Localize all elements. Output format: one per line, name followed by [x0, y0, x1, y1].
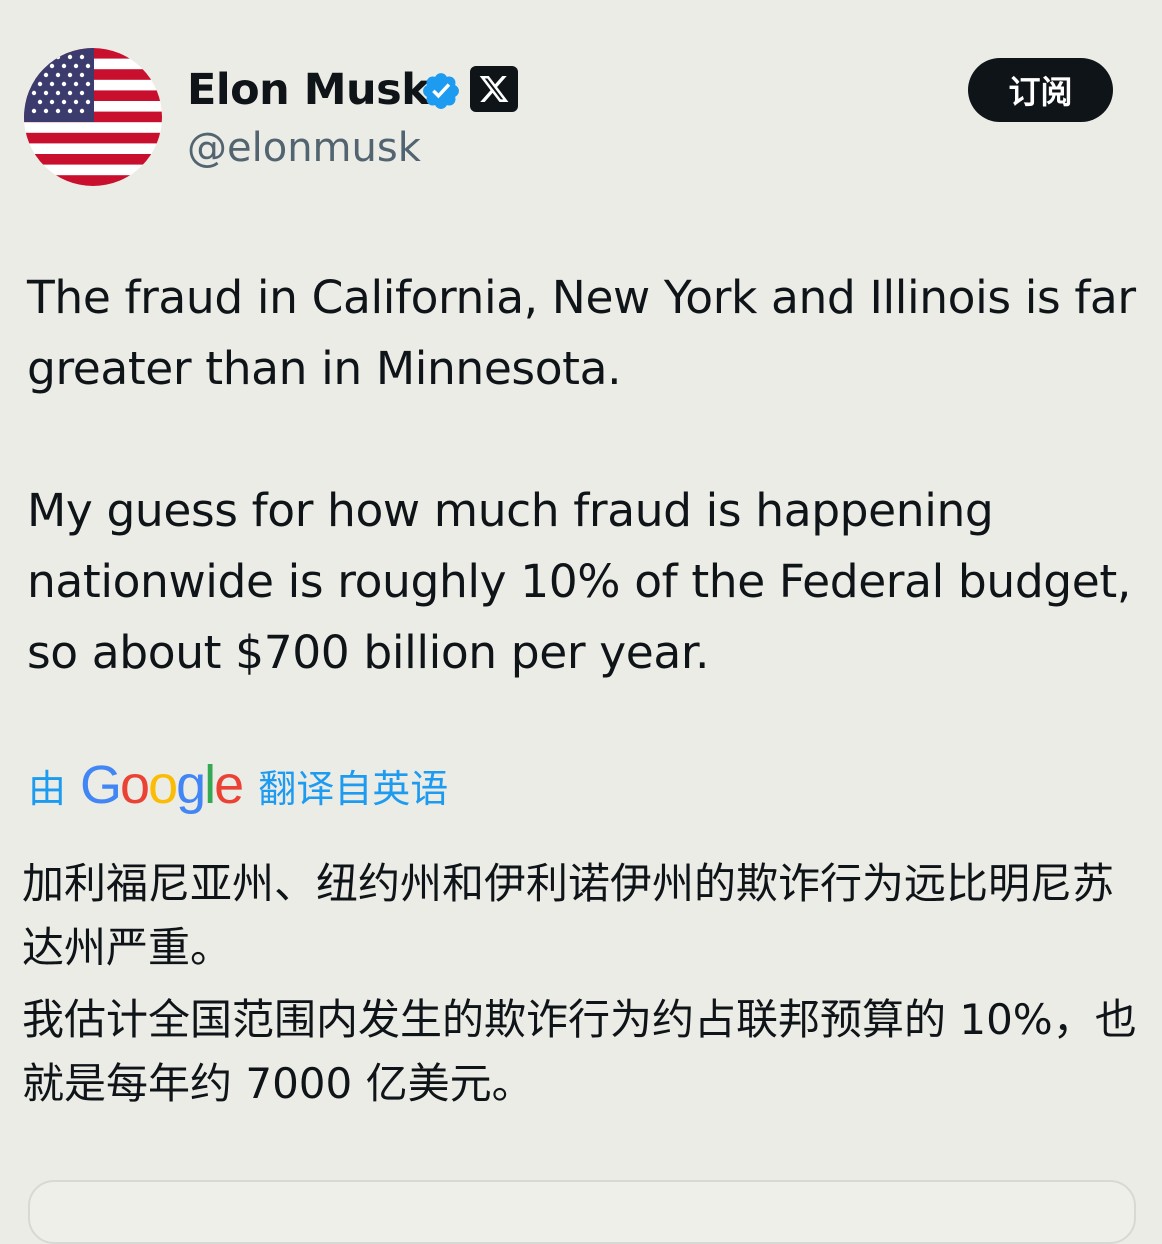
translated-text: 加利福尼亚州、纽约州和伊利诺伊州的欺诈行为远比明尼苏达州严重。 我估计全国范围内… — [22, 852, 1142, 1116]
translated-by-label: 由 — [28, 766, 67, 811]
x-affiliate-badge — [470, 66, 518, 112]
author-name[interactable]: Elon Musk — [187, 64, 430, 116]
subscribe-button[interactable]: 订阅 — [968, 58, 1113, 122]
tweet-paragraph: The fraud in California, New York and Il… — [27, 271, 1136, 395]
author-handle[interactable]: @elonmusk — [187, 124, 421, 172]
x-logo-icon — [479, 76, 509, 102]
tweet-text: The fraud in California, New York and Il… — [27, 262, 1137, 688]
translated-from-label: 翻译自英语 — [258, 766, 449, 811]
quoted-card-edge — [28, 1180, 1136, 1244]
tweet-paragraph: My guess for how much fraud is happening… — [27, 484, 1131, 679]
avatar[interactable] — [24, 48, 162, 186]
translated-paragraph: 我估计全国范围内发生的欺诈行为约占联邦预算的 10%，也就是每年约 7000 亿… — [22, 995, 1137, 1108]
tweet-card: Elon Musk @elonmusk 订阅 The fraud in Cali… — [0, 0, 1162, 1244]
us-flag-icon — [24, 48, 162, 186]
verified-badge-icon — [423, 73, 459, 109]
translated-paragraph: 加利福尼亚州、纽约州和伊利诺伊州的欺诈行为远比明尼苏达州严重。 — [22, 859, 1115, 972]
translation-attribution[interactable]: 由 Google 翻译自英语 — [28, 755, 448, 815]
google-logo: Google — [80, 755, 244, 815]
